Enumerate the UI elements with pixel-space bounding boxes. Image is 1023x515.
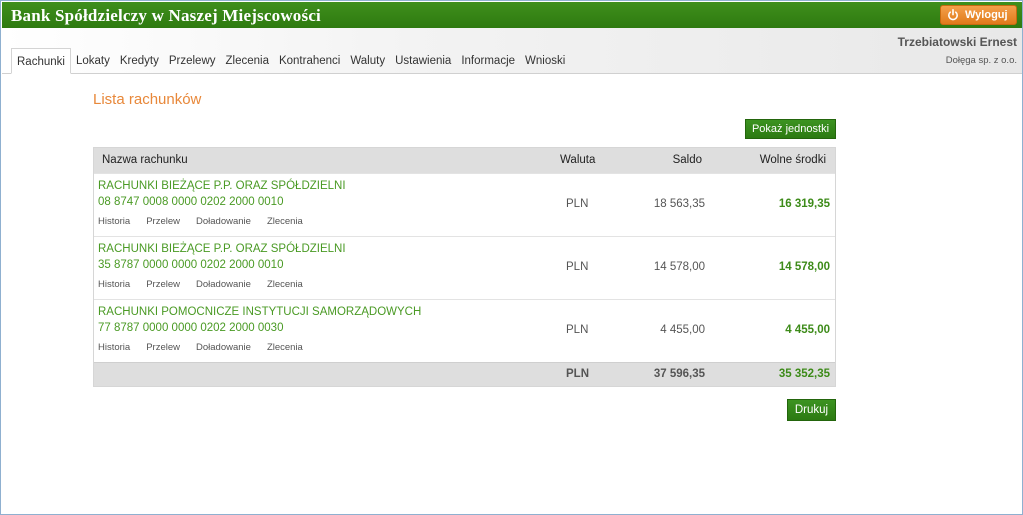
main-tabs: Rachunki Lokaty Kredyty Przelewy Zleceni… — [11, 48, 570, 74]
table-header: Nazwa rachunku Waluta Saldo Wolne środki — [94, 148, 835, 173]
tab-rachunki[interactable]: Rachunki — [11, 48, 71, 74]
company-name: Dołęga sp. z o.o. — [945, 55, 1017, 66]
account-currency: PLN — [566, 324, 589, 336]
logout-button[interactable]: Wyloguj — [940, 5, 1017, 25]
tab-informacje[interactable]: Informacje — [456, 48, 520, 74]
tab-waluty[interactable]: Waluty — [345, 48, 390, 74]
action-doladowanie[interactable]: Doładowanie — [196, 342, 251, 353]
header-balance: Saldo — [672, 154, 702, 166]
account-name[interactable]: RACHUNKI POMOCNICZE INSTYTUCJI SAMORZĄDO… — [98, 306, 421, 318]
action-przelew[interactable]: Przelew — [146, 216, 180, 227]
action-zlecenia[interactable]: Zlecenia — [267, 216, 303, 227]
account-currency: PLN — [566, 261, 589, 273]
account-actions: Historia Przelew Doładowanie Zlecenia — [98, 342, 303, 353]
action-zlecenia[interactable]: Zlecenia — [267, 279, 303, 290]
total-currency: PLN — [566, 368, 589, 380]
action-historia[interactable]: Historia — [98, 279, 130, 290]
account-actions: Historia Przelew Doładowanie Zlecenia — [98, 216, 303, 227]
tab-wnioski[interactable]: Wnioski — [520, 48, 570, 74]
account-balance: 14 578,00 — [653, 261, 705, 273]
tab-zlecenia[interactable]: Zlecenia — [221, 48, 274, 74]
account-name[interactable]: RACHUNKI BIEŻĄCE P.P. ORAZ SPÓŁDZIELNI — [98, 243, 346, 255]
tab-przelewy[interactable]: Przelewy — [164, 48, 221, 74]
account-actions: Historia Przelew Doładowanie Zlecenia — [98, 279, 303, 290]
account-balance: 18 563,35 — [653, 198, 705, 210]
action-doladowanie[interactable]: Doładowanie — [196, 279, 251, 290]
print-button[interactable]: Drukuj — [787, 399, 836, 421]
table-row: RACHUNKI BIEŻĄCE P.P. ORAZ SPÓŁDZIELNI 3… — [94, 236, 835, 299]
top-bar: Bank Spółdzielczy w Naszej Miejscowości … — [2, 2, 1022, 28]
account-number[interactable]: 77 8787 0000 0000 0202 2000 0030 — [98, 322, 283, 334]
accounts-table: Nazwa rachunku Waluta Saldo Wolne środki… — [93, 147, 836, 387]
action-zlecenia[interactable]: Zlecenia — [267, 342, 303, 353]
account-available: 4 455,00 — [785, 324, 830, 336]
app-window: Bank Spółdzielczy w Naszej Miejscowości … — [0, 0, 1023, 515]
user-name: Trzebiatowski Ernest — [897, 35, 1017, 49]
tab-ustawienia[interactable]: Ustawienia — [390, 48, 456, 74]
action-doladowanie[interactable]: Doładowanie — [196, 216, 251, 227]
table-row: RACHUNKI POMOCNICZE INSTYTUCJI SAMORZĄDO… — [94, 299, 835, 362]
account-available: 14 578,00 — [778, 261, 830, 273]
account-currency: PLN — [566, 198, 589, 210]
power-icon — [948, 9, 958, 21]
total-available: 35 352,35 — [778, 368, 830, 380]
header-currency: Waluta — [560, 154, 596, 166]
nav-band: Rachunki Lokaty Kredyty Przelewy Zleceni… — [2, 28, 1022, 74]
tab-kredyty[interactable]: Kredyty — [115, 48, 164, 74]
table-row: RACHUNKI BIEŻĄCE P.P. ORAZ SPÓŁDZIELNI 0… — [94, 173, 835, 236]
page-title: Lista rachunków — [93, 91, 202, 108]
logout-label: Wyloguj — [965, 9, 1008, 21]
account-balance: 4 455,00 — [660, 324, 705, 336]
total-balance: 37 596,35 — [653, 368, 705, 380]
account-number[interactable]: 08 8747 0008 0000 0202 2000 0010 — [98, 196, 283, 208]
account-number[interactable]: 35 8787 0000 0000 0202 2000 0010 — [98, 259, 283, 271]
bank-name: Bank Spółdzielczy w Naszej Miejscowości — [11, 6, 321, 25]
tab-kontrahenci[interactable]: Kontrahenci — [274, 48, 345, 74]
action-przelew[interactable]: Przelew — [146, 342, 180, 353]
action-przelew[interactable]: Przelew — [146, 279, 180, 290]
show-units-button[interactable]: Pokaż jednostki — [745, 119, 836, 139]
action-historia[interactable]: Historia — [98, 342, 130, 353]
tab-lokaty[interactable]: Lokaty — [71, 48, 115, 74]
account-name[interactable]: RACHUNKI BIEŻĄCE P.P. ORAZ SPÓŁDZIELNI — [98, 180, 346, 192]
header-available: Wolne środki — [759, 154, 826, 166]
header-name: Nazwa rachunku — [102, 154, 188, 166]
account-available: 16 319,35 — [778, 198, 830, 210]
total-row: PLN 37 596,35 35 352,35 — [94, 362, 835, 386]
action-historia[interactable]: Historia — [98, 216, 130, 227]
